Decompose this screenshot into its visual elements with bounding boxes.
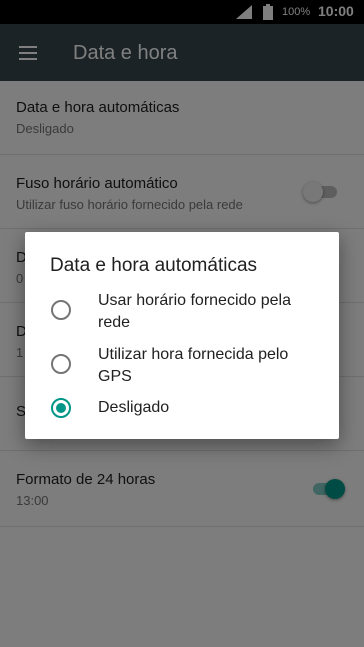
option-label: Desligado bbox=[98, 399, 170, 416]
radio-button[interactable] bbox=[51, 354, 71, 374]
option-off[interactable]: Desligado bbox=[25, 388, 339, 428]
option-gps-time[interactable]: Utilizar hora fornecida pelo GPS bbox=[25, 338, 339, 388]
option-label: Utilizar hora fornecida pelo GPS bbox=[98, 346, 289, 385]
radio-button[interactable] bbox=[51, 300, 71, 320]
dialog-title: Data e hora automáticas bbox=[50, 255, 258, 276]
option-network-time[interactable]: Usar horário fornecido pela rede bbox=[25, 288, 339, 338]
option-label: Usar horário fornecido pela rede bbox=[98, 292, 291, 331]
radio-button[interactable] bbox=[51, 398, 71, 418]
auto-datetime-dialog: Data e hora automáticas Usar horário for… bbox=[25, 232, 339, 439]
